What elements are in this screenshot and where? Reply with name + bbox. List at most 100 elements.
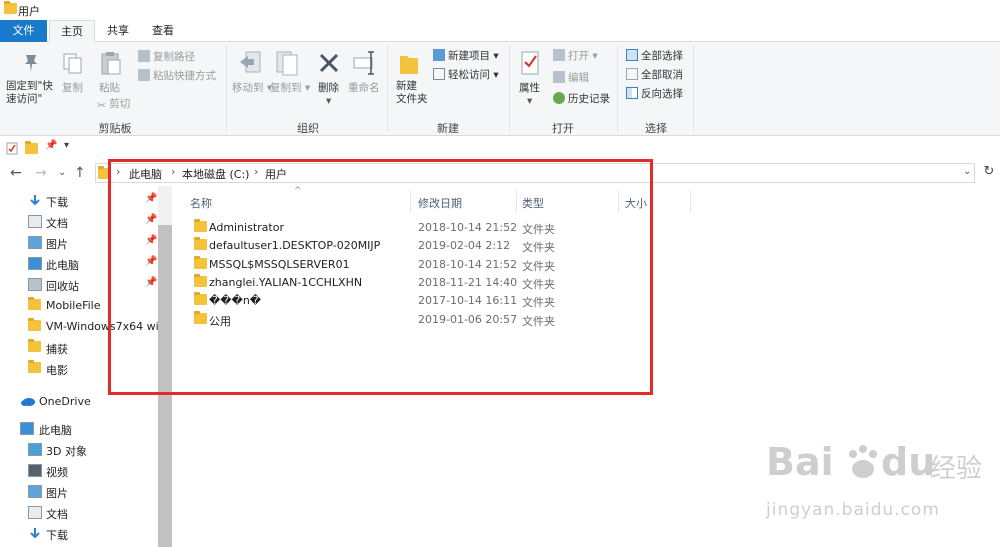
new-item-icon [433, 49, 445, 61]
invert-selection-button[interactable]: 反向选择 [626, 87, 683, 101]
nav-item[interactable]: 下载 [0, 524, 160, 544]
pin-icon[interactable]: 📌 [145, 214, 157, 225]
refresh-icon[interactable]: ↻ [980, 164, 998, 182]
new-item-button[interactable]: 新建项目 ▾ [433, 49, 499, 63]
file-type: 文件夹 [522, 314, 555, 328]
breadcrumb-local-disk[interactable]: 本地磁盘 (C:) [182, 166, 249, 182]
nav-item[interactable]: 文档 📌 [0, 212, 160, 232]
folder-icon [28, 360, 42, 375]
edit-button[interactable]: 编辑 [553, 71, 589, 85]
pin-icon[interactable]: 📌 [145, 193, 157, 204]
file-name: 公用 [209, 314, 231, 328]
file-row[interactable]: MSSQL$MSSQLSERVER01 2018-10-14 21:52 文件夹 [190, 255, 750, 274]
column-divider[interactable] [618, 190, 619, 212]
customize-dropdown-icon[interactable]: ▾ [64, 140, 69, 151]
copy-path-button[interactable]: 复制路径 [138, 50, 195, 64]
nav-item[interactable]: 3D 对象 [0, 440, 160, 460]
nav-item-label: 下载 [46, 529, 68, 542]
tab-view[interactable]: 查看 [141, 20, 185, 42]
column-divider[interactable] [410, 190, 411, 212]
file-name: Administrator [209, 221, 284, 234]
breadcrumb-separator[interactable]: › [116, 165, 120, 178]
nav-scrollbar-thumb[interactable] [158, 225, 172, 547]
nav-item-this-pc[interactable]: 此电脑 [0, 419, 160, 439]
paste-shortcut-button[interactable]: 粘贴快捷方式 [138, 69, 216, 83]
picture-icon [28, 236, 42, 249]
pin-icon[interactable]: 📌 [145, 256, 157, 267]
nav-item[interactable]: 电影 [0, 359, 160, 379]
back-arrow-icon[interactable]: ← [10, 165, 22, 181]
file-row[interactable]: defaultuser1.DESKTOP-020MIJP 2019-02-04 2… [190, 237, 750, 255]
properties-icon[interactable] [6, 142, 18, 155]
properties-dropdown-icon[interactable]: ▾ [527, 95, 532, 108]
properties-button[interactable]: 属性 [519, 82, 540, 95]
forward-arrow-icon[interactable]: → [35, 165, 47, 181]
nav-item-label: 文档 [46, 508, 68, 521]
breadcrumb-this-pc[interactable]: 此电脑 [129, 166, 162, 182]
history-button[interactable]: 历史记录 [553, 92, 610, 106]
nav-item-onedrive[interactable]: OneDrive [0, 392, 160, 412]
folder-icon [98, 166, 111, 179]
delete-dropdown-icon[interactable]: ▾ [326, 95, 331, 108]
select-group-label: 选择 [645, 122, 667, 135]
tab-share[interactable]: 共享 [97, 20, 139, 42]
breadcrumb-separator[interactable]: › [254, 165, 258, 178]
address-box[interactable]: › 此电脑 › 本地磁盘 (C:) › 用户 ⌄ [95, 163, 975, 183]
download-icon [28, 194, 42, 207]
column-header-type[interactable]: 类型 [522, 195, 544, 211]
paste-button[interactable]: 粘贴 [99, 82, 120, 95]
navigation-pane: 下载 📌 文档 📌 图片 📌 此电脑 📌 回收站 📌 MobileFile VM-Windows7x6… [0, 186, 172, 547]
file-row[interactable]: ���n� 2017-10-14 16:11 文件夹 [190, 292, 750, 310]
nav-item[interactable]: 此电脑 📌 [0, 254, 160, 274]
video-icon [28, 464, 42, 477]
column-header-modified[interactable]: 修改日期 [418, 195, 462, 211]
column-header-name[interactable]: 名称 [190, 195, 212, 211]
pin-icon[interactable]: 📌 [45, 140, 57, 151]
tab-home[interactable]: 主页 [49, 20, 95, 43]
nav-item[interactable]: MobileFile [0, 296, 160, 316]
rename-button[interactable]: 重命名 [348, 82, 380, 95]
nav-item[interactable]: 视频 [0, 461, 160, 481]
tab-file[interactable]: 文件 [0, 20, 47, 42]
nav-item[interactable]: 图片 [0, 482, 160, 502]
nav-item-label: VM-Windows7x64 with [46, 320, 170, 333]
easy-access-button[interactable]: 轻松访问 ▾ [433, 68, 499, 82]
nav-item[interactable]: 文档 [0, 503, 160, 523]
nav-item[interactable]: 图片 📌 [0, 233, 160, 253]
nav-item[interactable]: 回收站 📌 [0, 275, 160, 295]
pin-icon[interactable]: 📌 [145, 277, 157, 288]
open-button[interactable]: 打开 ▾ [553, 49, 598, 63]
cut-button[interactable]: ✂ 剪切 [97, 98, 130, 112]
file-type: 文件夹 [522, 241, 555, 255]
file-row[interactable]: Administrator 2018-10-14 21:52 文件夹 [190, 219, 750, 237]
column-divider[interactable] [516, 190, 517, 212]
pin-quick-access-button[interactable]: 固定到"快 速访问" [6, 80, 53, 106]
copy-to-button[interactable]: 复制到 ▾ [270, 82, 310, 95]
file-row[interactable]: 公用 2019-01-06 20:57 文件夹 [190, 310, 750, 329]
nav-item-label: 3D 对象 [46, 445, 87, 458]
nav-item[interactable]: 捕获 [0, 338, 160, 358]
file-modified: 2019-01-06 20:57 [418, 312, 518, 326]
invert-selection-icon [626, 87, 638, 99]
document-icon [28, 506, 42, 519]
column-divider[interactable] [690, 190, 691, 212]
copy-button[interactable]: 复制 [62, 82, 83, 95]
nav-item[interactable]: 下载 📌 [0, 191, 160, 211]
breadcrumb-separator[interactable]: › [171, 165, 175, 178]
nav-item[interactable]: VM-Windows7x64 with [0, 317, 170, 337]
file-row[interactable]: zhanglei.YALIAN-1CCHLXHN 2018-11-21 14:40… [190, 273, 750, 292]
pin-icon[interactable]: 📌 [145, 235, 157, 246]
breadcrumb-users[interactable]: 用户 [265, 166, 287, 182]
organize-group-label: 组织 [297, 122, 319, 135]
move-to-button[interactable]: 移动到 ▾ [232, 82, 272, 95]
address-dropdown-icon[interactable]: ⌄ [963, 166, 971, 177]
column-header-size[interactable]: 大小 [625, 195, 647, 211]
recent-dropdown-icon[interactable]: ⌄ [58, 167, 66, 178]
select-all-button[interactable]: 全部选择 [626, 49, 683, 63]
up-arrow-icon[interactable]: ↑ [74, 165, 86, 181]
delete-button[interactable]: 删除 [318, 82, 339, 95]
new-folder-button[interactable]: 新建 文件夹 [396, 80, 428, 106]
baidu-watermark: Bai du 经验 jingyan.baidu.com [766, 440, 996, 530]
new-folder-icon[interactable] [25, 141, 38, 154]
select-none-button[interactable]: 全部取消 [626, 68, 683, 82]
